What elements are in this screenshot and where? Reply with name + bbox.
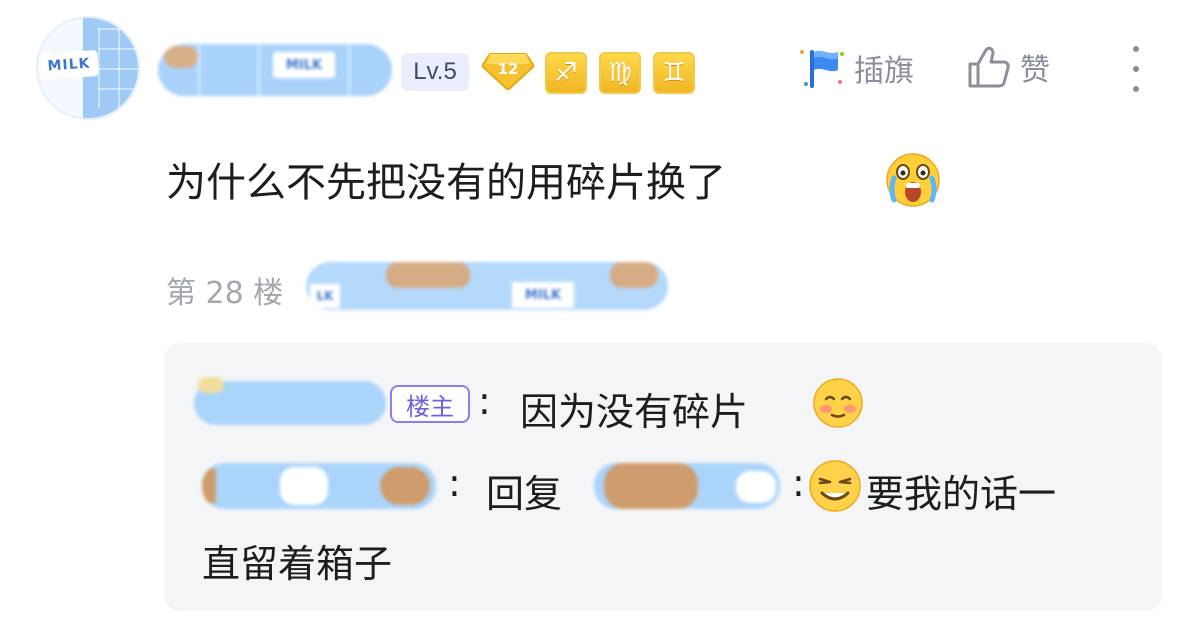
separator-colon: : [792, 461, 805, 505]
gem-level-badge: 12 [482, 53, 534, 90]
cookie-sticker [604, 463, 698, 509]
milk-sticker: MILK [512, 282, 574, 308]
like-label: 赞 [1020, 53, 1050, 88]
cookie-sticker [202, 469, 216, 503]
reply-text: 要我的话一 [866, 472, 1057, 516]
avatar-pattern [98, 28, 138, 108]
flag-label: 插旗 [854, 54, 914, 89]
more-options-icon[interactable] [1124, 46, 1148, 92]
gem-level-number: 12 [498, 60, 519, 78]
comment-text: 为什么不先把没有的用碎片换了 [166, 160, 726, 206]
like-button[interactable]: 赞 [966, 44, 1050, 90]
reply-to-label: 回复 [486, 472, 563, 516]
reply-author-blurred[interactable] [202, 463, 436, 509]
username-milk-sticker: MILK [273, 52, 335, 78]
reply-section[interactable]: 楼主 : 因为没有碎片 : 回复 : 要我的话一 直留着箱子 [164, 343, 1162, 611]
scream-crying-emoji-icon [886, 153, 940, 207]
blush-emoji-icon [813, 378, 863, 428]
username-grid-line [258, 44, 260, 96]
dot [1133, 66, 1139, 72]
flag-icon [800, 50, 844, 88]
user-tag-blurred: LK MILK [306, 262, 668, 310]
op-badge: 楼主 [390, 385, 470, 423]
username-blurred[interactable]: MILK [158, 44, 392, 96]
reply-author-blurred[interactable] [194, 377, 386, 425]
level-badge: Lv.5 [401, 53, 469, 91]
username-sticker-cookie [164, 46, 198, 68]
virgo-badge-icon: ♍ [599, 52, 641, 94]
milk-bottle-sticker [280, 467, 328, 505]
thumbs-up-icon [968, 46, 1010, 88]
username-grid-line [198, 44, 200, 96]
floor-number: 第 28 楼 [166, 276, 284, 311]
sagittarius-badge-icon: ♐ [545, 52, 587, 94]
avatar-milk-text: MILK [39, 50, 99, 80]
milk-bottle-sticker [736, 471, 776, 503]
separator-colon: : [478, 379, 491, 423]
reply-target-blurred[interactable] [594, 463, 780, 509]
reply-text-continued: 直留着箱子 [202, 542, 393, 586]
separator-colon: : [448, 461, 461, 505]
username-grid-line [348, 44, 350, 96]
flag-button[interactable]: 插旗 [796, 42, 914, 94]
cookie-sticker [380, 467, 430, 505]
dot [1133, 86, 1139, 92]
smug-smile-emoji-icon [809, 460, 861, 512]
cookie-sticker [386, 262, 470, 288]
gemini-badge-icon: ♊ [653, 52, 695, 94]
reply-text: 因为没有碎片 [520, 390, 749, 434]
cookie-sticker [610, 262, 658, 288]
milk-sticker: LK [310, 284, 340, 308]
dot [1133, 46, 1139, 52]
avatar[interactable]: MILK [36, 16, 140, 120]
comment-card: MILK MILK Lv.5 12 ♐ ♍ ♊ 插旗 赞 为什么不先把没有的用碎… [0, 0, 1200, 628]
